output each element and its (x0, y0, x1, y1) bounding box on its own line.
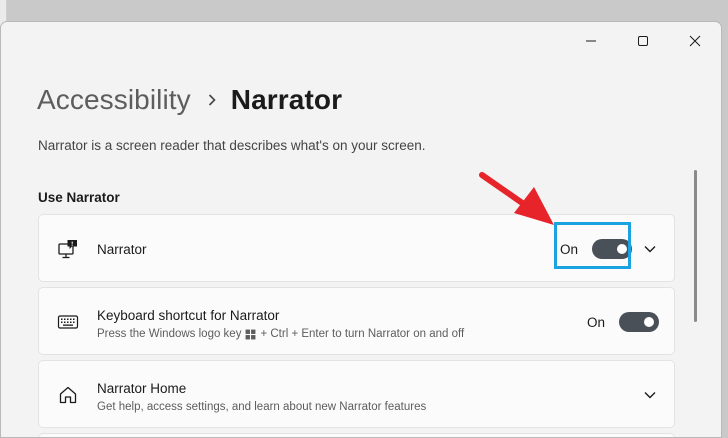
narrator-home-subtitle: Get help, access settings, and learn abo… (97, 401, 427, 413)
subtitle-text-after-key: + Ctrl + Enter to turn Narrator on and o… (260, 328, 465, 340)
narrator-monitor-icon (57, 238, 79, 260)
keyboard-shortcut-setting-card: Keyboard shortcut for Narrator Press the… (38, 287, 675, 355)
keyboard-icon (57, 311, 79, 333)
chevron-right-icon (207, 93, 217, 107)
close-button[interactable] (669, 22, 721, 60)
maximize-icon (638, 36, 648, 46)
maximize-button[interactable] (617, 22, 669, 60)
page-title: Narrator (230, 84, 343, 115)
keyboard-shortcut-toggle[interactable] (619, 312, 659, 332)
close-icon (689, 35, 701, 47)
chevron-down-icon[interactable] (642, 241, 658, 257)
breadcrumb: Accessibility Narrator (37, 84, 342, 116)
section-title: Use Narrator (38, 190, 120, 205)
scrollbar-thumb[interactable] (694, 170, 697, 322)
toggle-knob (644, 317, 654, 327)
subtitle-text-before-key: Press the Windows logo key (97, 328, 242, 340)
home-icon (57, 384, 79, 406)
minimize-button[interactable] (565, 22, 617, 60)
next-setting-card-partial (38, 433, 675, 437)
keyboard-shortcut-title: Keyboard shortcut for Narrator (97, 308, 280, 323)
title-bar-controls (565, 22, 721, 60)
keyboard-shortcut-toggle-state: On (587, 315, 606, 330)
narrator-home-card[interactable]: Narrator Home Get help, access settings,… (38, 360, 675, 428)
windows-logo-icon (246, 329, 256, 339)
keyboard-shortcut-subtitle: Press the Windows logo key + Ctrl + Ente… (97, 328, 464, 340)
page-description: Narrator is a screen reader that describ… (38, 138, 426, 153)
chevron-down-icon[interactable] (642, 387, 658, 403)
narrator-setting-title: Narrator (97, 242, 147, 257)
annotation-arrow-icon (479, 172, 554, 225)
breadcrumb-parent-link[interactable]: Accessibility (37, 84, 191, 116)
narrator-home-title: Narrator Home (97, 381, 187, 396)
minimize-icon (586, 40, 596, 42)
